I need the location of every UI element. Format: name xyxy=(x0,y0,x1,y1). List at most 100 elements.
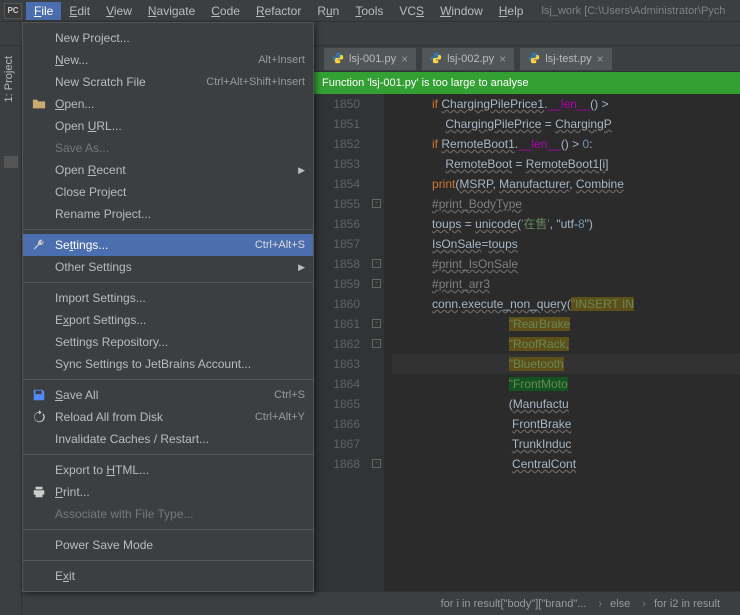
file-menu-exit[interactable]: Exit xyxy=(23,565,313,587)
menu-refactor[interactable]: Refactor xyxy=(248,2,309,20)
file-menu-other-settings[interactable]: Other Settings▶ xyxy=(23,256,313,278)
fold-toggle[interactable]: - xyxy=(372,339,381,348)
code-area: 1850185118521853185418551856185718581859… xyxy=(314,94,740,591)
menu-item-label: Settings Repository... xyxy=(55,335,305,349)
editor-tab[interactable]: lsj-002.py× xyxy=(422,48,514,70)
menu-view[interactable]: View xyxy=(98,2,140,20)
file-menu-invalidate-caches-restart[interactable]: Invalidate Caches / Restart... xyxy=(23,428,313,450)
menu-item-label: Exit xyxy=(55,569,305,583)
fold-toggle[interactable]: - xyxy=(372,459,381,468)
menu-item-label: Import Settings... xyxy=(55,291,305,305)
fold-toggle[interactable]: - xyxy=(372,259,381,268)
fold-gutter: - - - - - - xyxy=(370,94,384,591)
menu-item-label: Save As... xyxy=(55,141,305,155)
file-menu-export-settings[interactable]: Export Settings... xyxy=(23,309,313,331)
menu-item-label: Reload All from Disk xyxy=(55,410,255,424)
tab-label: lsj-test.py xyxy=(545,53,591,65)
python-icon xyxy=(528,52,540,67)
file-menu-close-project[interactable]: Close Project xyxy=(23,181,313,203)
menu-item-label: Sync Settings to JetBrains Account... xyxy=(55,357,305,371)
file-menu-new[interactable]: New...Alt+Insert xyxy=(23,49,313,71)
menu-edit[interactable]: Edit xyxy=(61,2,98,20)
fold-toggle[interactable]: - xyxy=(372,279,381,288)
file-menu-sync-settings-to-jetbrains-account[interactable]: Sync Settings to JetBrains Account... xyxy=(23,353,313,375)
menu-file[interactable]: File xyxy=(26,2,61,20)
file-menu-new-project[interactable]: New Project... xyxy=(23,27,313,49)
menu-help[interactable]: Help xyxy=(491,2,532,20)
breadcrumb-segment[interactable]: else xyxy=(610,598,630,610)
file-menu-open-url[interactable]: Open URL... xyxy=(23,115,313,137)
tab-label: lsj-001.py xyxy=(349,53,396,65)
editor-tabs: lsj-001.py×lsj-002.py×lsj-test.py× xyxy=(314,46,740,72)
menu-shortcut: Ctrl+Alt+S xyxy=(255,239,305,251)
file-menu-settings[interactable]: Settings...Ctrl+Alt+S xyxy=(23,234,313,256)
file-menu-associate-with-file-type: Associate with File Type... xyxy=(23,503,313,525)
tool-window-sidebar: 1: Project xyxy=(0,46,22,615)
folder-icon xyxy=(31,96,47,112)
menu-item-label: Export Settings... xyxy=(55,313,305,327)
file-menu-reload-all-from-disk[interactable]: Reload All from DiskCtrl+Alt+Y xyxy=(23,406,313,428)
line-gutter: 1850185118521853185418551856185718581859… xyxy=(314,94,370,591)
file-menu-save-as: Save As... xyxy=(23,137,313,159)
menu-shortcut: Ctrl+S xyxy=(274,389,305,401)
close-icon[interactable]: × xyxy=(597,52,604,66)
menu-item-label: Print... xyxy=(55,485,305,499)
menubar: PC FileEditViewNavigateCodeRefactorRunTo… xyxy=(0,0,740,22)
menu-vcs[interactable]: VCS xyxy=(391,2,432,20)
file-menu-open[interactable]: Open... xyxy=(23,93,313,115)
editor-tab[interactable]: lsj-001.py × xyxy=(324,48,416,70)
fold-toggle[interactable]: - xyxy=(372,319,381,328)
menu-item-label: New Project... xyxy=(55,31,305,45)
menu-item-label: Open URL... xyxy=(55,119,305,133)
menu-run[interactable]: Run xyxy=(309,2,347,20)
breadcrumb-segment[interactable]: for i in result["body"]["brand"... xyxy=(441,598,587,610)
python-icon xyxy=(430,52,442,67)
file-menu-rename-project[interactable]: Rename Project... xyxy=(23,203,313,225)
print-icon xyxy=(31,484,47,500)
file-menu-open-recent[interactable]: Open Recent▶ xyxy=(23,159,313,181)
menu-shortcut: Ctrl+Alt+Shift+Insert xyxy=(206,76,305,88)
file-menu-print[interactable]: Print... xyxy=(23,481,313,503)
menu-item-label: Open... xyxy=(55,97,305,111)
menu-shortcut: Ctrl+Alt+Y xyxy=(255,411,305,423)
menu-shortcut: Alt+Insert xyxy=(258,54,305,66)
app-logo: PC xyxy=(4,3,22,19)
close-icon[interactable]: × xyxy=(499,52,506,66)
file-menu-power-save-mode[interactable]: Power Save Mode xyxy=(23,534,313,556)
file-menu-new-scratch-file[interactable]: New Scratch FileCtrl+Alt+Shift+Insert xyxy=(23,71,313,93)
breadcrumb-bar: for i in result["body"]["brand"... › els… xyxy=(314,591,740,615)
menu-code[interactable]: Code xyxy=(203,2,248,20)
file-menu-settings-repository[interactable]: Settings Repository... xyxy=(23,331,313,353)
menu-item-label: Power Save Mode xyxy=(55,538,305,552)
menu-item-label: Save All xyxy=(55,388,274,402)
code-editor[interactable]: if ChargingPilePrice1.__len__() > Chargi… xyxy=(384,94,740,591)
menu-item-label: Associate with File Type... xyxy=(55,507,305,521)
editor-area: lsj-001.py×lsj-002.py×lsj-test.py× Funct… xyxy=(314,46,740,591)
chevron-right-icon: ▶ xyxy=(298,165,305,176)
chevron-right-icon: › xyxy=(642,598,646,610)
analysis-banner: Function 'lsj-001.py' is too large to an… xyxy=(314,72,740,94)
file-menu-dropdown: New Project... New...Alt+InsertNew Scratc… xyxy=(22,22,314,592)
breadcrumb-segment[interactable]: for i2 in result xyxy=(654,598,720,610)
python-icon xyxy=(332,52,344,67)
menu-item-label: Rename Project... xyxy=(55,207,305,221)
menu-window[interactable]: Window xyxy=(432,2,491,20)
file-menu-save-all[interactable]: Save AllCtrl+S xyxy=(23,384,313,406)
chevron-right-icon: ▶ xyxy=(298,262,305,273)
chevron-right-icon: › xyxy=(598,598,602,610)
menu-navigate[interactable]: Navigate xyxy=(140,2,203,20)
file-menu-import-settings[interactable]: Import Settings... xyxy=(23,287,313,309)
fold-toggle[interactable]: - xyxy=(372,199,381,208)
menu-item-label: Invalidate Caches / Restart... xyxy=(55,432,305,446)
structure-icon[interactable] xyxy=(4,156,18,168)
menu-item-label: Export to HTML... xyxy=(55,463,305,477)
close-icon[interactable]: × xyxy=(401,52,408,66)
file-menu-export-to-html[interactable]: Export to HTML... xyxy=(23,459,313,481)
menu-item-label: Open Recent xyxy=(55,163,305,177)
menu-tools[interactable]: Tools xyxy=(347,2,391,20)
editor-tab[interactable]: lsj-test.py × xyxy=(520,48,611,70)
sidebar-project-button[interactable]: 1: Project xyxy=(3,56,15,102)
menu-item-label: Close Project xyxy=(55,185,305,199)
reload-icon xyxy=(31,409,47,425)
project-path: lsj_work [C:\Users\Administrator\Pych xyxy=(541,5,725,17)
